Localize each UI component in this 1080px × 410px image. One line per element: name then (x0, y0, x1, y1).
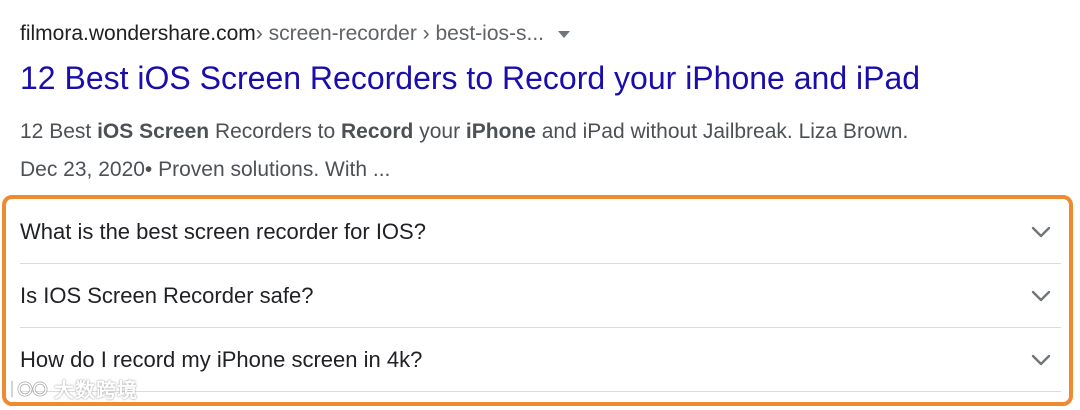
caret-down-icon[interactable] (558, 30, 571, 38)
watermark-text: 大数跨境 (54, 380, 138, 402)
result-snippet: 12 Best iOS Screen Recorders to Record y… (20, 113, 1060, 189)
faq-question[interactable]: Is IOS Screen Recorder safe? (20, 283, 313, 309)
faq-item[interactable]: How do I record my iPhone screen in 4k? (20, 328, 1061, 392)
faq-item[interactable]: What is the best screen recorder for IOS… (20, 200, 1061, 264)
chevron-down-icon[interactable] (1029, 284, 1053, 308)
breadcrumb[interactable]: filmora.wondershare.com › screen-recorde… (20, 20, 571, 48)
chevron-down-icon[interactable] (1029, 220, 1053, 244)
people-also-ask-list: What is the best screen recorder for IOS… (20, 200, 1061, 392)
result-title-link[interactable]: 12 Best iOS Screen Recorders to Record y… (20, 60, 920, 97)
snippet-text: Recorders to (209, 120, 342, 143)
faq-item[interactable]: Is IOS Screen Recorder safe? (20, 264, 1061, 328)
snippet-text: your (413, 120, 466, 143)
snippet-highlight: iOS Screen (97, 120, 210, 143)
snippet-text: 12 Best (20, 120, 98, 143)
watermark-logo-icon (10, 379, 48, 398)
snippet-highlight: iPhone (465, 120, 536, 143)
breadcrumb-domain[interactable]: filmora.wondershare.com (20, 22, 256, 46)
watermark: 大数跨境 (8, 374, 138, 403)
snippet-highlight: Record (341, 120, 414, 143)
faq-question[interactable]: What is the best screen recorder for IOS… (20, 219, 426, 245)
chevron-down-icon[interactable] (1029, 348, 1053, 372)
breadcrumb-path[interactable]: › screen-recorder › best-ios-s... (256, 22, 544, 46)
faq-question[interactable]: How do I record my iPhone screen in 4k? (20, 347, 422, 373)
snippet-text: and iPad without Jailbreak. Liza Brown. (535, 120, 909, 143)
snippet-line-2: Dec 23, 2020• Proven solutions. With ... (20, 158, 391, 181)
snippet-line-1: 12 Best iOS Screen Recorders to Record y… (20, 113, 1060, 151)
